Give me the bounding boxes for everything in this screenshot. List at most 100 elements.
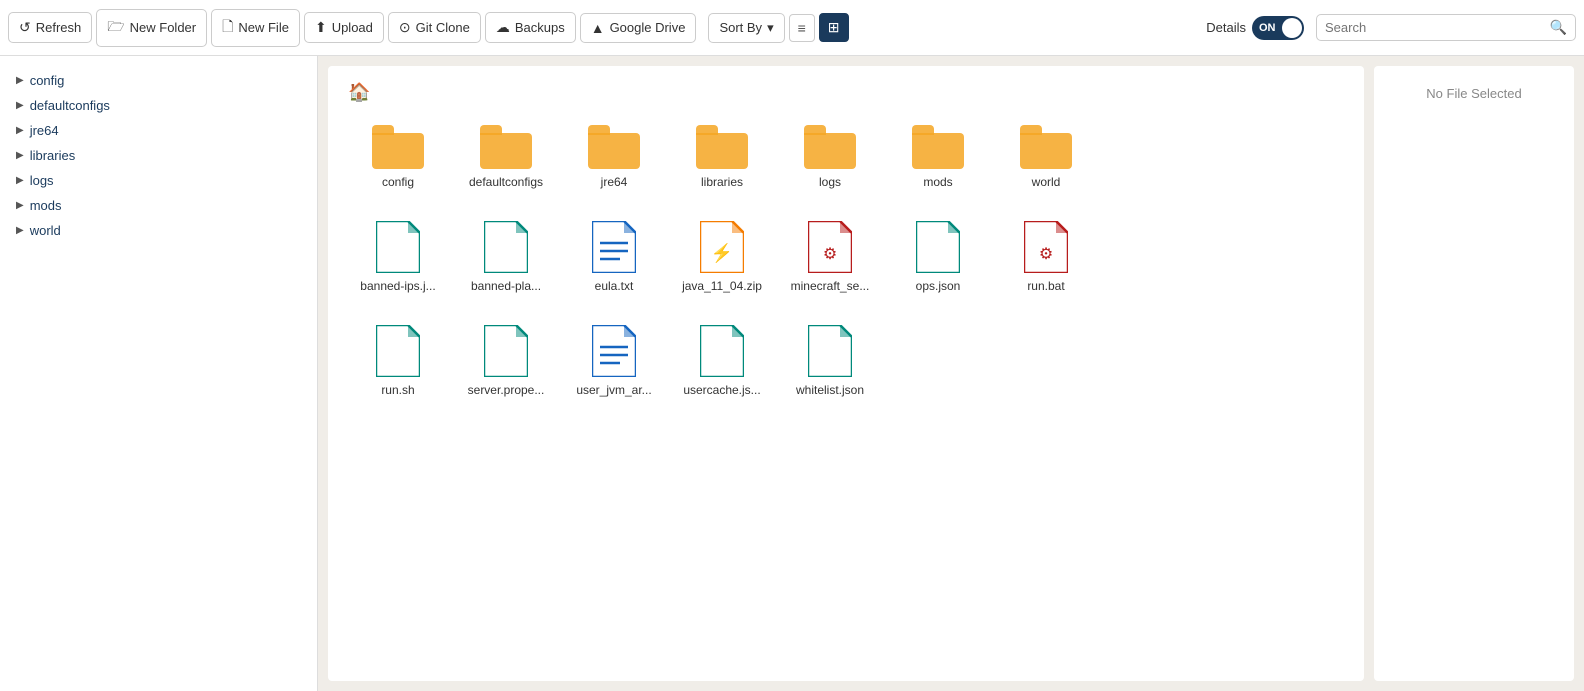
folder-icon [912, 125, 964, 169]
no-file-selected-text: No File Selected [1426, 86, 1521, 101]
file-whitelist[interactable]: whitelist.json [780, 315, 880, 407]
google-drive-icon: ▲ [591, 20, 605, 36]
chevron-right-icon: ▶ [16, 100, 24, 111]
git-clone-label: Git Clone [416, 20, 470, 35]
sidebar-item-logs[interactable]: ▶ logs [0, 168, 317, 193]
backups-button[interactable]: ☁ Backups [485, 12, 576, 43]
google-drive-button[interactable]: ▲ Google Drive [580, 13, 697, 43]
home-icon[interactable]: 🏠 [348, 82, 370, 103]
folder-mods[interactable]: mods [888, 115, 988, 199]
sidebar-item-mods[interactable]: ▶ mods [0, 193, 317, 218]
file-banned-ips[interactable]: banned-ips.j... [348, 211, 448, 303]
file-area: 🏠 config defaultconfigs [328, 66, 1364, 681]
file-icon [376, 325, 420, 377]
refresh-label: Refresh [36, 20, 82, 35]
file-label: java_11_04.zip [682, 279, 762, 293]
file-label: eula.txt [595, 279, 634, 293]
new-file-label: New File [238, 20, 289, 35]
file-run-bat[interactable]: ⚙ run.bat [996, 211, 1096, 303]
file-user-jvm[interactable]: user_jvm_ar... [564, 315, 664, 407]
folder-icon [480, 125, 532, 169]
grid-view-button[interactable]: ⊞ [819, 13, 849, 42]
folder-icon [372, 125, 424, 169]
sidebar-item-label: libraries [30, 148, 76, 163]
svg-text:⚡: ⚡ [711, 242, 733, 264]
list-view-button[interactable]: ≡ [789, 14, 815, 42]
new-folder-button[interactable]: 🗁 New Folder [96, 9, 207, 47]
folder-icon [588, 125, 640, 169]
file-server-properties[interactable]: server.prope... [456, 315, 556, 407]
sidebar-item-jre64[interactable]: ▶ jre64 [0, 118, 317, 143]
folder-jre64[interactable]: jre64 [564, 115, 664, 199]
new-folder-label: New Folder [130, 20, 196, 35]
upload-icon: ⬆ [315, 19, 327, 36]
refresh-icon: ↺ [19, 19, 31, 36]
folder-config[interactable]: config [348, 115, 448, 199]
file-icon [700, 325, 744, 377]
file-area-header: 🏠 [340, 78, 1352, 115]
folder-world[interactable]: world [996, 115, 1096, 199]
file-icon [916, 221, 960, 273]
file-label: user_jvm_ar... [576, 383, 651, 397]
file-label: ops.json [916, 279, 961, 293]
upload-label: Upload [332, 20, 373, 35]
toolbar: ↺ Refresh 🗁 New Folder 🗋 New File ⬆ Uplo… [0, 0, 1584, 56]
folder-label: mods [923, 175, 952, 189]
file-label: banned-pla... [471, 279, 541, 293]
details-toggle-switch[interactable]: ON [1252, 16, 1304, 40]
folder-label: jre64 [601, 175, 628, 189]
file-icon [484, 221, 528, 273]
file-usercache[interactable]: usercache.js... [672, 315, 772, 407]
details-toggle-area: Details ON [1206, 16, 1304, 40]
folder-label: logs [819, 175, 841, 189]
file-java-zip[interactable]: ⚡ java_11_04.zip [672, 211, 772, 303]
file-icon: ⚡ [700, 221, 744, 273]
sidebar-item-label: logs [30, 173, 54, 188]
file-banned-players[interactable]: banned-pla... [456, 211, 556, 303]
sort-by-button[interactable]: Sort By ▾ [708, 13, 784, 43]
sidebar-item-world[interactable]: ▶ world [0, 218, 317, 243]
folder-libraries[interactable]: libraries [672, 115, 772, 199]
chevron-right-icon: ▶ [16, 75, 24, 86]
file-label: run.sh [381, 383, 414, 397]
sidebar-item-label: world [30, 223, 61, 238]
refresh-button[interactable]: ↺ Refresh [8, 12, 92, 43]
search-input[interactable] [1325, 20, 1544, 35]
details-label: Details [1206, 20, 1246, 35]
folder-logs[interactable]: logs [780, 115, 880, 199]
files-grid-row3: run.sh server.prope... user_j [340, 315, 1352, 407]
sidebar-item-config[interactable]: ▶ config [0, 68, 317, 93]
file-label: minecraft_se... [791, 279, 870, 293]
sidebar-item-label: defaultconfigs [30, 98, 110, 113]
file-ops[interactable]: ops.json [888, 211, 988, 303]
upload-button[interactable]: ⬆ Upload [304, 12, 384, 43]
file-plus-icon: 🗋 [222, 16, 233, 40]
google-drive-label: Google Drive [610, 20, 686, 35]
chevron-right-icon: ▶ [16, 150, 24, 161]
file-eula[interactable]: eula.txt [564, 211, 664, 303]
file-icon [592, 325, 636, 377]
sidebar: ▶ config ▶ defaultconfigs ▶ jre64 ▶ libr… [0, 56, 318, 691]
folder-label: config [382, 175, 414, 189]
sort-by-area: Sort By ▾ ≡ ⊞ [708, 13, 848, 43]
git-clone-button[interactable]: ⊙ Git Clone [388, 12, 481, 43]
new-file-button[interactable]: 🗋 New File [211, 9, 300, 47]
files-grid-row2: banned-ips.j... banned-pla... [340, 211, 1352, 303]
search-icon[interactable]: 🔍 [1550, 19, 1567, 36]
folder-label: libraries [701, 175, 743, 189]
folder-label: world [1032, 175, 1061, 189]
file-run-sh[interactable]: run.sh [348, 315, 448, 407]
folder-plus-icon: 🗁 [107, 16, 124, 40]
folder-label: defaultconfigs [469, 175, 543, 189]
toggle-knob [1282, 18, 1302, 38]
git-icon: ⊙ [399, 19, 411, 36]
file-label: server.prope... [468, 383, 545, 397]
file-icon [376, 221, 420, 273]
sort-by-label: Sort By [719, 20, 762, 35]
file-icon [808, 325, 852, 377]
file-minecraft-server[interactable]: ⚙ minecraft_se... [780, 211, 880, 303]
details-panel: No File Selected [1374, 66, 1574, 681]
folder-defaultconfigs[interactable]: defaultconfigs [456, 115, 556, 199]
sidebar-item-defaultconfigs[interactable]: ▶ defaultconfigs [0, 93, 317, 118]
sidebar-item-libraries[interactable]: ▶ libraries [0, 143, 317, 168]
